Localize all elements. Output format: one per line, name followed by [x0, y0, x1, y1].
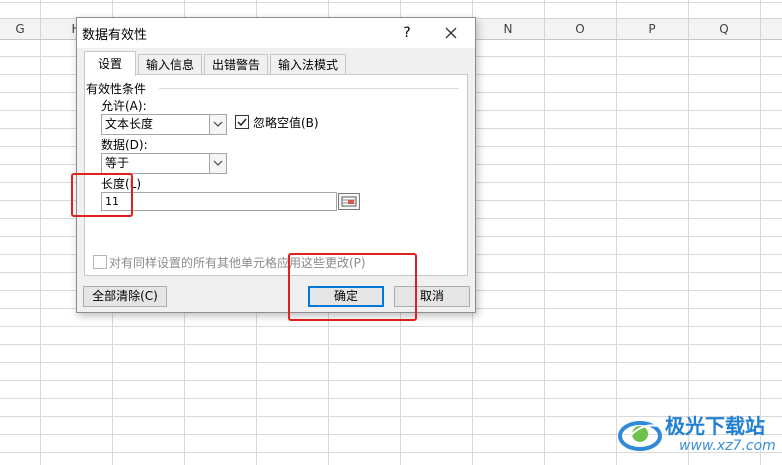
dialog-titlebar[interactable]: 数据有效性 ? — [77, 18, 475, 48]
allow-label: 允许(A): — [101, 99, 147, 113]
watermark-title: 极光下载站 — [665, 414, 765, 438]
annotation-box-ok — [288, 253, 417, 321]
chevron-down-icon — [213, 160, 223, 166]
range-select-icon — [341, 196, 357, 207]
chevron-down-icon — [213, 121, 223, 127]
range-picker-button[interactable] — [338, 193, 360, 210]
close-button[interactable] — [437, 22, 465, 44]
data-select-value: 等于 — [105, 156, 130, 170]
section-divider — [159, 88, 459, 89]
close-icon — [445, 27, 457, 39]
allow-dropdown-button[interactable] — [209, 115, 226, 134]
apply-all-checkbox[interactable] — [93, 255, 107, 269]
tab-error-alert[interactable]: 出错警告 — [204, 54, 268, 75]
tab-input-message[interactable]: 输入信息 — [138, 54, 202, 75]
data-label: 数据(D): — [101, 138, 148, 152]
annotation-box-length — [71, 173, 133, 217]
allow-select[interactable]: 文本长度 — [101, 114, 227, 135]
clear-all-button[interactable]: 全部清除(C) — [83, 286, 167, 307]
watermark-url: www.xz7.com — [679, 438, 776, 454]
allow-select-value: 文本长度 — [105, 117, 154, 131]
checkmark-icon — [237, 118, 247, 127]
column-header-q[interactable]: Q — [688, 19, 761, 39]
dialog-title: 数据有效性 — [82, 28, 148, 43]
data-dropdown-button[interactable] — [209, 154, 226, 173]
ignore-blank-label[interactable]: 忽略空值(B) — [253, 114, 319, 131]
column-header-n[interactable]: N — [472, 19, 545, 39]
length-input[interactable]: 11 — [101, 192, 337, 211]
ignore-blank-checkbox[interactable] — [235, 115, 249, 129]
help-button[interactable]: ? — [395, 22, 419, 44]
data-select[interactable]: 等于 — [101, 153, 227, 174]
tab-ime-mode[interactable]: 输入法模式 — [270, 54, 346, 75]
tab-settings[interactable]: 设置 — [84, 51, 136, 76]
watermark-logo-icon — [618, 421, 662, 451]
column-header-g[interactable]: G — [0, 19, 41, 39]
section-label: 有效性条件 — [86, 82, 147, 96]
column-header-o[interactable]: O — [544, 19, 617, 39]
column-header-p[interactable]: P — [616, 19, 689, 39]
watermark: 极光下载站 www.xz7.com — [617, 408, 777, 458]
